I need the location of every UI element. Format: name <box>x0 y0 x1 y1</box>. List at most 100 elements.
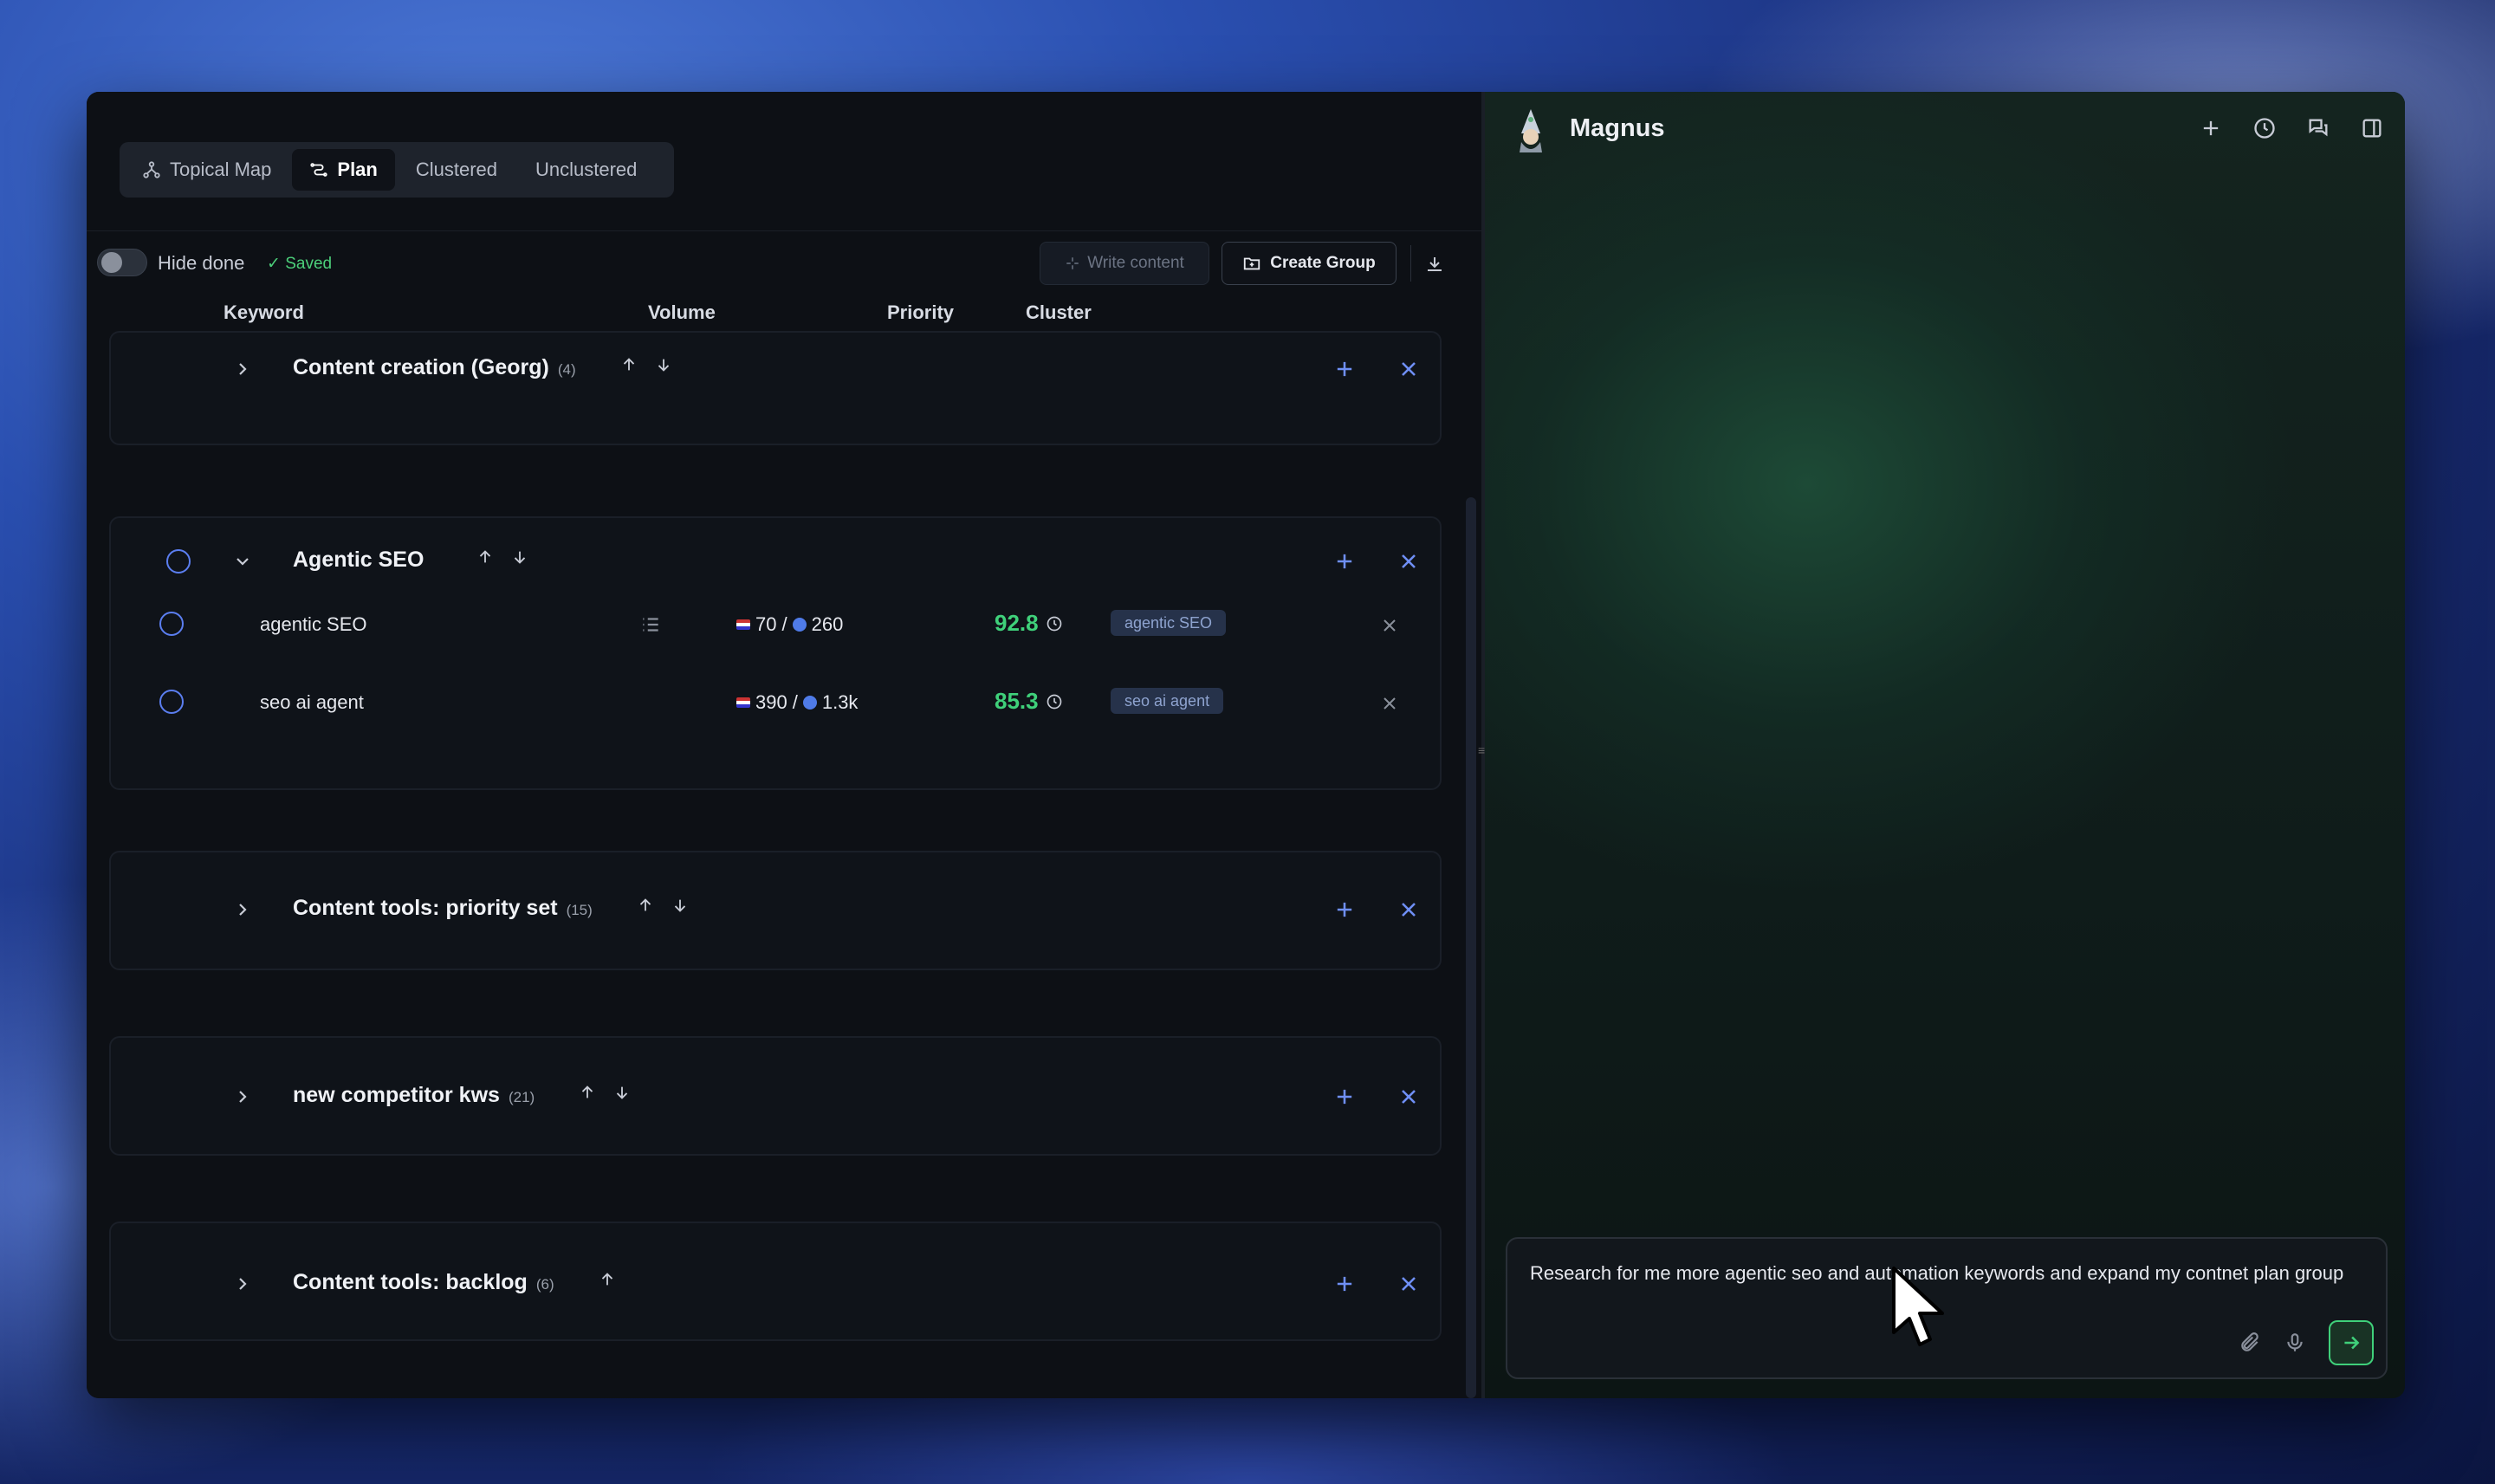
group-header: Agentic SEO <box>111 535 1440 587</box>
group-title-text[interactable]: new competitor kws <box>293 1083 500 1108</box>
arrow-up-icon[interactable] <box>578 1083 597 1102</box>
remove-keyword-icon[interactable] <box>1379 615 1400 636</box>
agent-name: Magnus <box>1570 114 1665 142</box>
arrow-down-icon[interactable] <box>654 355 673 374</box>
plan-icon <box>310 163 328 177</box>
us-flag-icon <box>736 619 750 630</box>
chat-panel: Magnus Research for me more agentic seo … <box>1485 92 2405 1398</box>
group-header: new competitor kws (21) <box>111 1071 1440 1123</box>
add-keyword-icon[interactable] <box>1332 549 1357 574</box>
volume-cell: 70 / 260 <box>736 613 843 636</box>
add-keyword-icon[interactable] <box>1332 1085 1357 1109</box>
saved-status: ✓ Saved <box>267 255 333 273</box>
remove-keyword-icon[interactable] <box>1379 693 1400 714</box>
delete-group-icon[interactable] <box>1397 1272 1421 1296</box>
priority-cell: 92.8 <box>995 610 1063 637</box>
us-volume: 390 <box>755 691 787 713</box>
add-keyword-icon[interactable] <box>1332 898 1357 922</box>
chevron-right-icon[interactable] <box>232 359 253 379</box>
group-new-competitor-kws: new competitor kws (21) <box>109 1036 1442 1156</box>
attach-icon[interactable] <box>2239 1332 2261 1354</box>
chevron-down-icon[interactable] <box>232 551 253 572</box>
conversations-icon[interactable] <box>2306 116 2330 140</box>
wizard-avatar-icon <box>1520 109 1542 152</box>
row-select-radio[interactable] <box>159 690 184 714</box>
group-select-radio[interactable] <box>166 549 191 574</box>
arrow-up-icon[interactable] <box>476 548 495 567</box>
sparkle-icon <box>1066 257 1079 269</box>
group-title-text[interactable]: Agentic SEO <box>293 548 424 573</box>
tab-unclustered[interactable]: Unclustered <box>518 149 654 191</box>
group-title: Content tools: backlog (6) <box>293 1270 617 1295</box>
group-content-tools-priority: Content tools: priority set (15) <box>109 851 1442 970</box>
cluster-badge: seo ai agent <box>1111 688 1224 714</box>
globe-icon <box>802 696 817 710</box>
tab-label: Plan <box>337 159 378 180</box>
priority-value: 85.3 <box>995 688 1039 714</box>
topical-map-icon <box>143 161 160 178</box>
delete-group-icon[interactable] <box>1397 1085 1421 1109</box>
volume-separator: / <box>781 613 787 635</box>
view-tabs: Topical Map Plan Clustered Unclustered <box>120 142 674 198</box>
microphone-icon[interactable] <box>2284 1332 2306 1354</box>
chat-header-actions <box>2199 116 2384 140</box>
group-content-creation: Content creation (Georg) (4) <box>109 331 1442 445</box>
list-icon[interactable] <box>639 613 662 636</box>
hide-done-label: Hide done <box>158 252 245 274</box>
group-title-text[interactable]: Content tools: backlog <box>293 1270 528 1295</box>
download-button[interactable] <box>1417 247 1452 282</box>
arrow-up-icon[interactable] <box>619 355 638 374</box>
history-icon[interactable] <box>2252 116 2277 140</box>
app-window: Topical Map Plan Clustered Unclustered H… <box>87 92 2405 1398</box>
group-header: Content creation (Georg) (4) <box>111 343 1440 395</box>
group-agentic-seo: Agentic SEO agentic SEO 70 / 260 92.8 ag… <box>109 516 1442 790</box>
hide-done-toggle[interactable] <box>97 249 147 276</box>
scrollbar-thumb[interactable] <box>1466 497 1476 1398</box>
delete-group-icon[interactable] <box>1397 898 1421 922</box>
column-keyword[interactable]: Keyword <box>224 301 304 324</box>
write-content-label: Write content <box>1087 254 1184 272</box>
group-title-text[interactable]: Content tools: priority set <box>293 896 558 921</box>
globe-icon <box>792 618 807 632</box>
reorder-arrows <box>619 355 673 374</box>
create-group-button[interactable]: Create Group <box>1222 242 1397 285</box>
arrow-down-icon[interactable] <box>510 548 529 567</box>
group-title-text[interactable]: Content creation (Georg) <box>293 355 549 380</box>
chevron-right-icon[interactable] <box>232 899 253 920</box>
tab-plan[interactable]: Plan <box>292 149 395 191</box>
group-count: (4) <box>557 361 576 378</box>
write-content-button[interactable]: Write content <box>1040 242 1209 285</box>
tab-clustered[interactable]: Clustered <box>399 149 515 191</box>
priority-value: 92.8 <box>995 610 1039 636</box>
clock-icon <box>1047 694 1061 709</box>
reorder-arrows <box>598 1270 617 1289</box>
arrow-down-icon[interactable] <box>612 1083 632 1102</box>
group-header: Content tools: priority set (15) <box>111 884 1440 936</box>
new-chat-icon[interactable] <box>2199 116 2223 140</box>
chevron-right-icon[interactable] <box>232 1086 253 1107</box>
delete-group-icon[interactable] <box>1397 357 1421 381</box>
column-priority[interactable]: Priority <box>887 301 954 324</box>
group-count: (21) <box>508 1089 535 1105</box>
toggle-sidebar-icon[interactable] <box>2360 116 2384 140</box>
send-button[interactable] <box>2329 1320 2374 1365</box>
chevron-right-icon[interactable] <box>232 1273 253 1294</box>
global-volume: 260 <box>811 613 844 635</box>
group-title: new competitor kws (21) <box>293 1083 632 1108</box>
column-cluster[interactable]: Cluster <box>1026 301 1092 324</box>
delete-group-icon[interactable] <box>1397 549 1421 574</box>
keyword-cell: agentic SEO <box>260 613 367 635</box>
arrow-up-icon[interactable] <box>636 896 655 915</box>
row-select-radio[interactable] <box>159 612 184 636</box>
global-volume: 1.3k <box>821 691 859 713</box>
column-volume[interactable]: Volume <box>648 301 716 324</box>
create-group-label: Create Group <box>1270 254 1376 272</box>
arrow-up-icon[interactable] <box>598 1270 617 1289</box>
add-keyword-icon[interactable] <box>1332 1272 1357 1296</box>
table-header: Keyword Volume Priority Cluster <box>87 293 1464 331</box>
tab-topical-map[interactable]: Topical Map <box>125 149 288 191</box>
group-title: Agentic SEO <box>293 548 529 573</box>
add-keyword-icon[interactable] <box>1332 357 1357 381</box>
arrow-down-icon[interactable] <box>671 896 690 915</box>
tab-label: Topical Map <box>170 159 272 180</box>
